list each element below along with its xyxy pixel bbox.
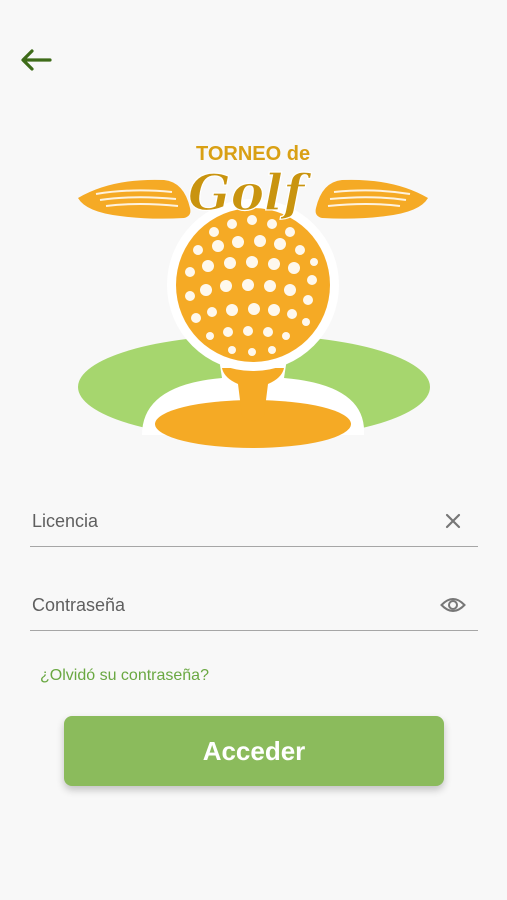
logo-title-line2: Golf <box>188 163 312 222</box>
visibility-toggle[interactable] <box>440 592 466 618</box>
close-icon <box>445 513 461 529</box>
eye-icon <box>440 598 466 612</box>
clear-button[interactable] <box>440 508 466 534</box>
password-field <box>30 584 478 631</box>
back-button[interactable] <box>14 44 58 76</box>
arrow-left-icon <box>21 49 52 71</box>
status-bar <box>0 0 507 30</box>
license-field <box>30 500 478 547</box>
license-input[interactable] <box>30 500 424 542</box>
left-club <box>78 179 191 219</box>
password-input[interactable] <box>30 584 424 626</box>
torneo-golf-logo: TORNEO de Golf <box>78 143 430 448</box>
forgot-password-link[interactable]: ¿Olvidó su contraseña? <box>40 667 209 685</box>
right-club <box>315 179 428 219</box>
login-button[interactable]: Acceder <box>64 716 444 786</box>
logo-title-line1: TORNEO de <box>196 143 310 165</box>
